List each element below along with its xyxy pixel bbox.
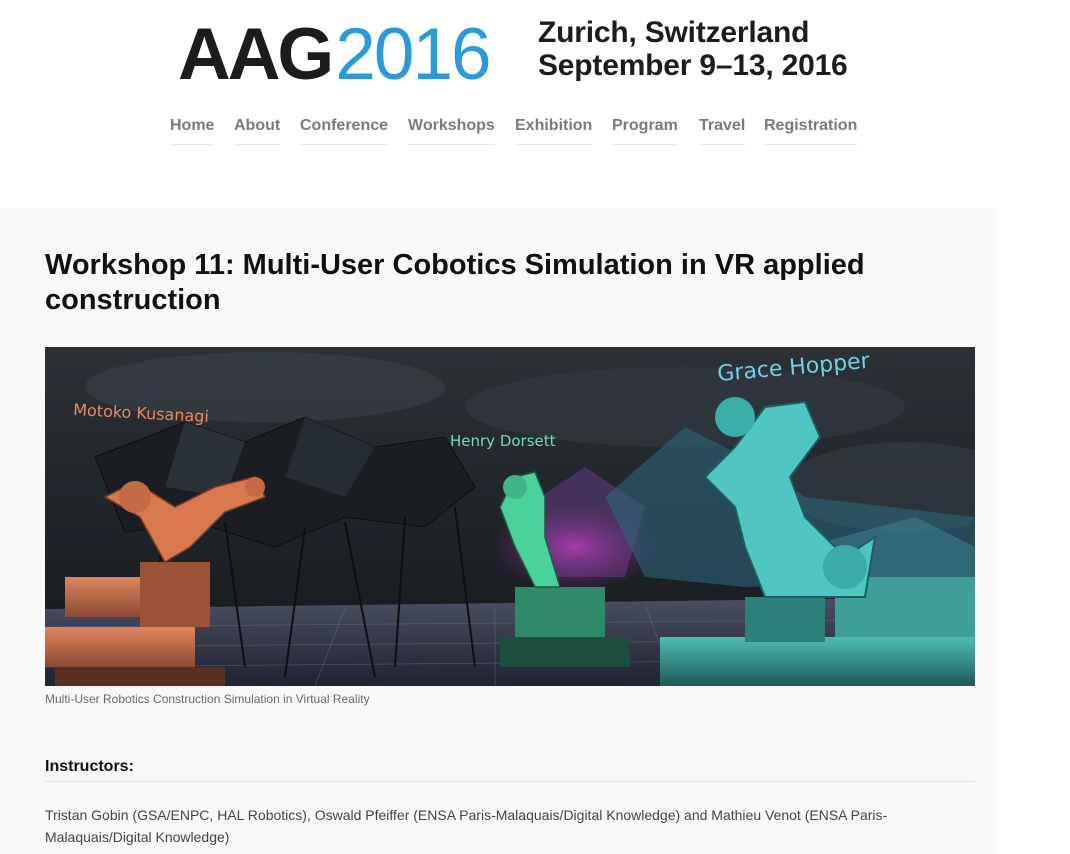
- logo-event-info: Zurich, Switzerland September 9–13, 2016: [538, 16, 848, 82]
- nav-item-travel[interactable]: Travel: [699, 117, 746, 145]
- image-caption: Multi-User Robotics Construction Simulat…: [45, 692, 370, 706]
- main-content: Workshop 11: Multi-User Cobotics Simulat…: [0, 208, 997, 854]
- page-title: Workshop 11: Multi-User Cobotics Simulat…: [45, 249, 865, 316]
- nav-item-about[interactable]: About: [234, 117, 281, 145]
- nav-item-program[interactable]: Program: [612, 117, 678, 145]
- nav-item-home[interactable]: Home: [170, 117, 215, 145]
- instructors-heading: Instructors:: [45, 758, 134, 775]
- site-logo[interactable]: AAG 2016: [178, 13, 492, 95]
- logo-year: 2016: [335, 13, 491, 95]
- nav-item-workshops[interactable]: Workshops: [408, 117, 495, 145]
- nav-item-exhibition[interactable]: Exhibition: [515, 117, 593, 145]
- section-divider: [45, 781, 975, 782]
- logo-dates: September 9–13, 2016: [538, 49, 848, 82]
- instructors-list: Tristan Gobin (GSA/ENPC, HAL Robotics), …: [45, 807, 888, 845]
- site-header: AAG 2016 Zurich, Switzerland September 9…: [0, 0, 1070, 208]
- main-nav: Home About Conference Workshops Exhibiti…: [0, 117, 1070, 149]
- vr-robots-illustration: Motoko Kusanagi Henry Dorsett Grace Hopp…: [45, 347, 975, 686]
- label-henry-dorsett: Henry Dorsett: [450, 432, 556, 450]
- logo-brand: AAG: [178, 13, 334, 95]
- nav-item-registration[interactable]: Registration: [764, 117, 858, 145]
- workshop-image: Motoko Kusanagi Henry Dorsett Grace Hopp…: [45, 347, 975, 686]
- logo-location: Zurich, Switzerland: [538, 16, 810, 49]
- nav-item-conference[interactable]: Conference: [300, 117, 389, 145]
